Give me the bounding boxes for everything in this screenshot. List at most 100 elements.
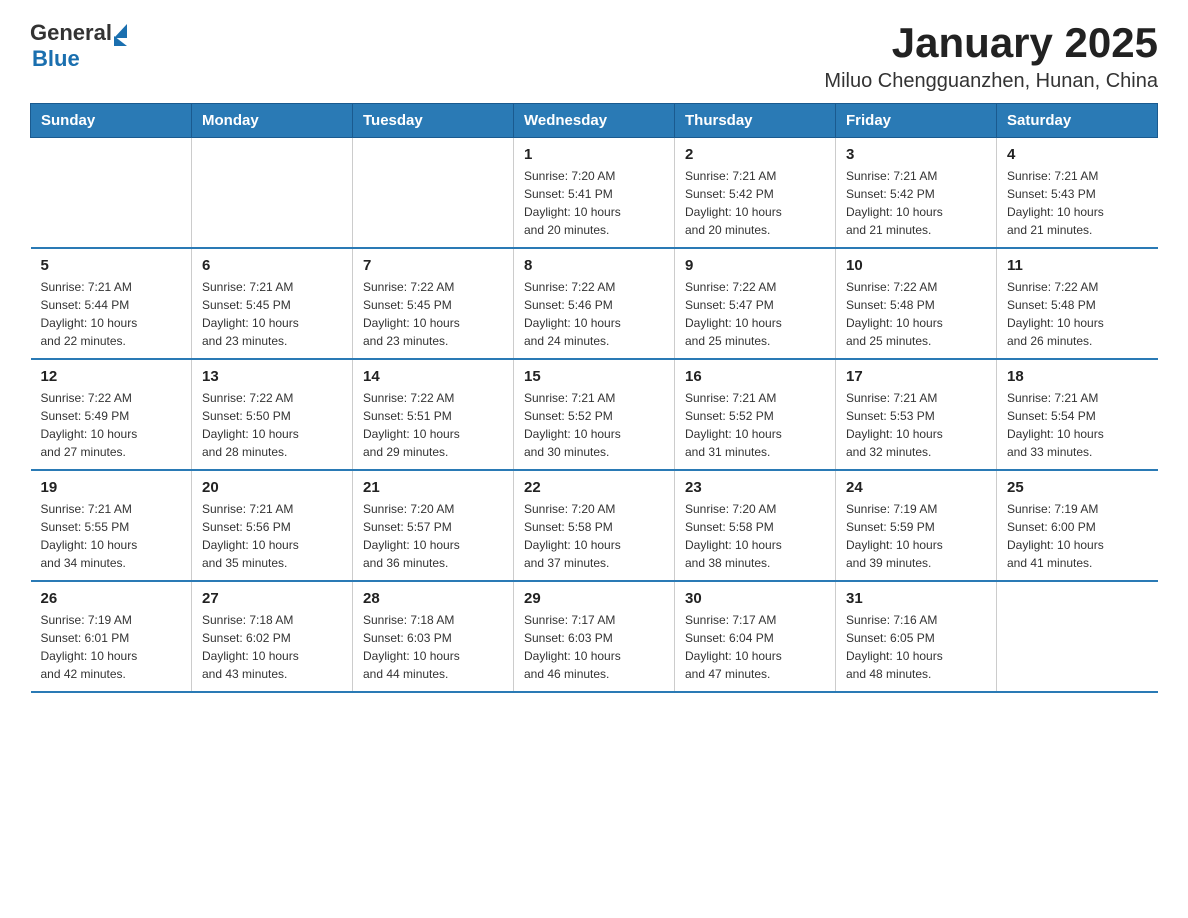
calendar-cell: 24 Sunrise: 7:19 AM Sunset: 5:59 PM Dayli… — [836, 470, 997, 581]
day-number: 4 — [1007, 146, 1148, 163]
day-number: 8 — [524, 257, 664, 274]
title-block: January 2025 Miluo Chengguanzhen, Hunan,… — [824, 20, 1158, 93]
day-number: 11 — [1007, 257, 1148, 274]
day-info: Sunrise: 7:22 AM Sunset: 5:49 PM Dayligh… — [41, 389, 182, 461]
day-info: Sunrise: 7:17 AM Sunset: 6:03 PM Dayligh… — [524, 611, 664, 683]
calendar-table: SundayMondayTuesdayWednesdayThursdayFrid… — [30, 103, 1158, 693]
day-info: Sunrise: 7:18 AM Sunset: 6:02 PM Dayligh… — [202, 611, 342, 683]
calendar-cell: 4Sunrise: 7:21 AM Sunset: 5:43 PM Daylig… — [997, 138, 1158, 249]
day-info: Sunrise: 7:18 AM Sunset: 6:03 PM Dayligh… — [363, 611, 503, 683]
calendar-cell — [192, 138, 353, 249]
day-info: Sunrise: 7:21 AM Sunset: 5:45 PM Dayligh… — [202, 278, 342, 350]
day-info: Sunrise: 7:21 AM Sunset: 5:44 PM Dayligh… — [41, 278, 182, 350]
day-info: Sunrise: 7:22 AM Sunset: 5:50 PM Dayligh… — [202, 389, 342, 461]
day-number: 3 — [846, 146, 986, 163]
day-info: Sunrise: 7:20 AM Sunset: 5:57 PM Dayligh… — [363, 500, 503, 572]
day-info: Sunrise: 7:20 AM Sunset: 5:58 PM Dayligh… — [685, 500, 825, 572]
page-title: January 2025 — [824, 20, 1158, 66]
calendar-cell — [997, 581, 1158, 692]
calendar-cell: 3 Sunrise: 7:21 AM Sunset: 5:42 PM Daylig… — [836, 138, 997, 249]
calendar-header-tuesday: Tuesday — [353, 104, 514, 138]
day-number: 25 — [1007, 479, 1148, 496]
calendar-cell — [31, 138, 192, 249]
day-number: 28 — [363, 590, 503, 607]
calendar-cell: 5 Sunrise: 7:21 AM Sunset: 5:44 PM Daylig… — [31, 248, 192, 359]
day-number: 26 — [41, 590, 182, 607]
calendar-cell: 12Sunrise: 7:22 AM Sunset: 5:49 PM Dayli… — [31, 359, 192, 470]
calendar-cell: 11 Sunrise: 7:22 AM Sunset: 5:48 PM Dayli… — [997, 248, 1158, 359]
day-number: 24 — [846, 479, 986, 496]
calendar-cell: 7 Sunrise: 7:22 AM Sunset: 5:45 PM Daylig… — [353, 248, 514, 359]
calendar-cell: 22Sunrise: 7:20 AM Sunset: 5:58 PM Dayli… — [514, 470, 675, 581]
calendar-header-wednesday: Wednesday — [514, 104, 675, 138]
logo-blue-text: Blue — [32, 46, 80, 72]
day-info: Sunrise: 7:22 AM Sunset: 5:45 PM Dayligh… — [363, 278, 503, 350]
day-number: 16 — [685, 368, 825, 385]
calendar-cell: 2 Sunrise: 7:21 AM Sunset: 5:42 PM Daylig… — [675, 138, 836, 249]
logo-general-text: General — [30, 20, 112, 46]
calendar-cell: 14 Sunrise: 7:22 AM Sunset: 5:51 PM Dayli… — [353, 359, 514, 470]
calendar-week-5: 26 Sunrise: 7:19 AM Sunset: 6:01 PM Dayli… — [31, 581, 1158, 692]
calendar-cell: 8Sunrise: 7:22 AM Sunset: 5:46 PM Daylig… — [514, 248, 675, 359]
day-info: Sunrise: 7:20 AM Sunset: 5:41 PM Dayligh… — [524, 167, 664, 239]
calendar-cell: 29 Sunrise: 7:17 AM Sunset: 6:03 PM Dayli… — [514, 581, 675, 692]
calendar-header-thursday: Thursday — [675, 104, 836, 138]
calendar-cell: 13 Sunrise: 7:22 AM Sunset: 5:50 PM Dayli… — [192, 359, 353, 470]
calendar-header-monday: Monday — [192, 104, 353, 138]
day-info: Sunrise: 7:22 AM Sunset: 5:47 PM Dayligh… — [685, 278, 825, 350]
day-info: Sunrise: 7:21 AM Sunset: 5:54 PM Dayligh… — [1007, 389, 1148, 461]
logo: General Blue — [30, 20, 127, 72]
day-number: 30 — [685, 590, 825, 607]
day-info: Sunrise: 7:22 AM Sunset: 5:48 PM Dayligh… — [846, 278, 986, 350]
day-number: 29 — [524, 590, 664, 607]
calendar-cell: 30 Sunrise: 7:17 AM Sunset: 6:04 PM Dayli… — [675, 581, 836, 692]
day-number: 14 — [363, 368, 503, 385]
calendar-week-1: 1Sunrise: 7:20 AM Sunset: 5:41 PM Daylig… — [31, 138, 1158, 249]
day-info: Sunrise: 7:21 AM Sunset: 5:42 PM Dayligh… — [846, 167, 986, 239]
calendar-week-4: 19 Sunrise: 7:21 AM Sunset: 5:55 PM Dayli… — [31, 470, 1158, 581]
day-number: 9 — [685, 257, 825, 274]
day-number: 31 — [846, 590, 986, 607]
calendar-cell: 15 Sunrise: 7:21 AM Sunset: 5:52 PM Dayli… — [514, 359, 675, 470]
calendar-header-row: SundayMondayTuesdayWednesdayThursdayFrid… — [31, 104, 1158, 138]
day-info: Sunrise: 7:16 AM Sunset: 6:05 PM Dayligh… — [846, 611, 986, 683]
day-info: Sunrise: 7:22 AM Sunset: 5:48 PM Dayligh… — [1007, 278, 1148, 350]
day-number: 15 — [524, 368, 664, 385]
calendar-cell: 18Sunrise: 7:21 AM Sunset: 5:54 PM Dayli… — [997, 359, 1158, 470]
day-number: 13 — [202, 368, 342, 385]
calendar-cell: 21 Sunrise: 7:20 AM Sunset: 5:57 PM Dayli… — [353, 470, 514, 581]
page-subtitle: Miluo Chengguanzhen, Hunan, China — [824, 70, 1158, 93]
day-info: Sunrise: 7:22 AM Sunset: 5:51 PM Dayligh… — [363, 389, 503, 461]
calendar-cell: 1Sunrise: 7:20 AM Sunset: 5:41 PM Daylig… — [514, 138, 675, 249]
day-number: 21 — [363, 479, 503, 496]
day-number: 7 — [363, 257, 503, 274]
day-info: Sunrise: 7:21 AM Sunset: 5:52 PM Dayligh… — [524, 389, 664, 461]
calendar-cell: 27 Sunrise: 7:18 AM Sunset: 6:02 PM Dayli… — [192, 581, 353, 692]
calendar-cell: 6 Sunrise: 7:21 AM Sunset: 5:45 PM Daylig… — [192, 248, 353, 359]
day-info: Sunrise: 7:19 AM Sunset: 6:01 PM Dayligh… — [41, 611, 182, 683]
calendar-week-2: 5 Sunrise: 7:21 AM Sunset: 5:44 PM Daylig… — [31, 248, 1158, 359]
day-info: Sunrise: 7:21 AM Sunset: 5:53 PM Dayligh… — [846, 389, 986, 461]
calendar-cell — [353, 138, 514, 249]
page-header: General Blue January 2025 Miluo Chenggua… — [30, 20, 1158, 93]
calendar-cell: 31 Sunrise: 7:16 AM Sunset: 6:05 PM Dayli… — [836, 581, 997, 692]
day-number: 19 — [41, 479, 182, 496]
day-info: Sunrise: 7:21 AM Sunset: 5:52 PM Dayligh… — [685, 389, 825, 461]
day-number: 20 — [202, 479, 342, 496]
day-info: Sunrise: 7:21 AM Sunset: 5:42 PM Dayligh… — [685, 167, 825, 239]
calendar-header-saturday: Saturday — [997, 104, 1158, 138]
day-info: Sunrise: 7:20 AM Sunset: 5:58 PM Dayligh… — [524, 500, 664, 572]
day-number: 2 — [685, 146, 825, 163]
day-number: 27 — [202, 590, 342, 607]
day-info: Sunrise: 7:21 AM Sunset: 5:55 PM Dayligh… — [41, 500, 182, 572]
day-info: Sunrise: 7:19 AM Sunset: 6:00 PM Dayligh… — [1007, 500, 1148, 572]
calendar-cell: 25 Sunrise: 7:19 AM Sunset: 6:00 PM Dayli… — [997, 470, 1158, 581]
day-info: Sunrise: 7:17 AM Sunset: 6:04 PM Dayligh… — [685, 611, 825, 683]
day-number: 6 — [202, 257, 342, 274]
day-number: 5 — [41, 257, 182, 274]
day-info: Sunrise: 7:19 AM Sunset: 5:59 PM Dayligh… — [846, 500, 986, 572]
day-number: 10 — [846, 257, 986, 274]
calendar-header-sunday: Sunday — [31, 104, 192, 138]
calendar-cell: 23Sunrise: 7:20 AM Sunset: 5:58 PM Dayli… — [675, 470, 836, 581]
calendar-cell: 9 Sunrise: 7:22 AM Sunset: 5:47 PM Daylig… — [675, 248, 836, 359]
